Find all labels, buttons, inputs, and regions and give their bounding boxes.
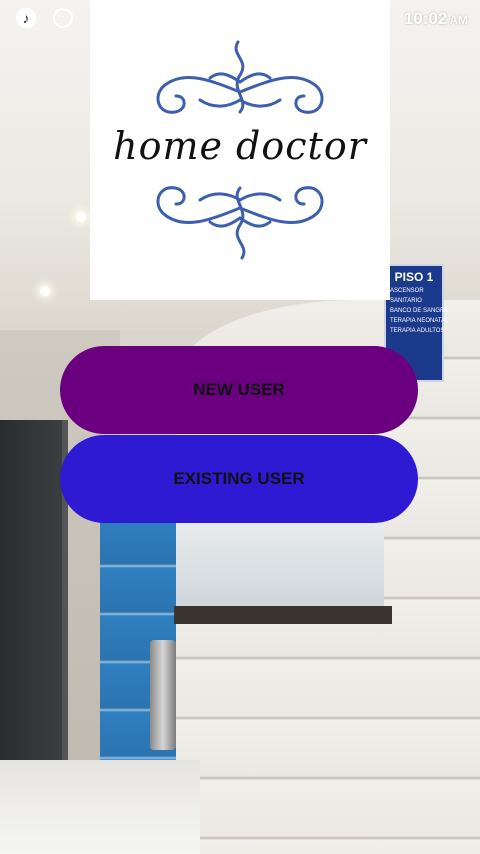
sign-title: PISO 1	[394, 270, 434, 284]
sign-line: TERAPIA ADULTOS	[390, 328, 445, 334]
new-user-button[interactable]: NEW USER	[60, 346, 418, 434]
clock-ampm: AM	[449, 13, 468, 27]
sign-line: ASCENSOR	[390, 288, 424, 294]
clock-time: 10:02	[403, 9, 448, 28]
sign-line: SANITARIO	[390, 298, 422, 304]
floor	[0, 760, 200, 854]
app-logo: home doctor	[90, 0, 390, 300]
ceiling-light	[40, 286, 50, 296]
sign-line: TERAPIA NEONATAL	[390, 318, 449, 324]
status-bar: ♪ ··· 10:02 AM	[0, 0, 480, 36]
existing-user-label: EXISTING USER	[173, 469, 305, 488]
reception-window	[176, 522, 384, 606]
more-dots-icon: ···	[53, 8, 73, 28]
existing-user-button[interactable]: EXISTING USER	[60, 435, 418, 523]
water-fountain-pillar	[150, 640, 176, 750]
ceiling-light	[76, 212, 86, 222]
music-note-icon: ♪	[16, 8, 36, 28]
reception-counter	[174, 606, 392, 624]
clock: 10:02 AM	[404, 9, 468, 29]
sign-line: BANCO DE SANGRE	[390, 308, 449, 314]
new-user-label: NEW USER	[193, 380, 285, 399]
logo-text: home doctor	[113, 124, 367, 168]
